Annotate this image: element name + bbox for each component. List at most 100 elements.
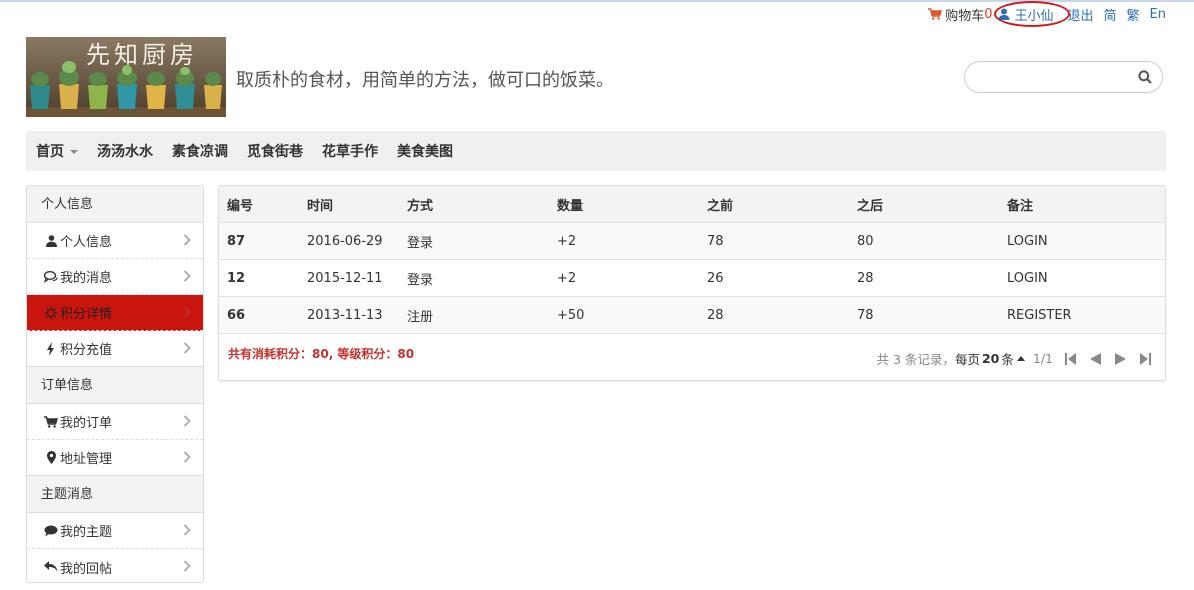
nav-item-label: 首页 [36, 144, 64, 160]
cell-after: 78 [857, 307, 874, 323]
column-header-method: 方式 [407, 198, 434, 214]
cell-note: LOGIN [1007, 270, 1048, 286]
chevron-right-icon [183, 342, 191, 354]
cell-before: 28 [707, 307, 724, 323]
sidebar-item-messages[interactable]: 我的消息 [27, 259, 203, 295]
last-page-button[interactable] [1140, 352, 1151, 365]
pagination: 共 3 条记录， 每页 20 条 1/1 [877, 349, 1151, 368]
reply-icon [44, 561, 58, 572]
sidebar-item-my-orders[interactable]: 我的订单 [27, 404, 203, 440]
cell-method: 登录 [407, 235, 434, 251]
chevron-right-icon [183, 560, 191, 572]
lang-simplified-link[interactable]: 简 [1104, 5, 1117, 24]
sidebar-item-points-detail[interactable]: 积分详情 [27, 295, 203, 331]
nav-item-street-food[interactable]: 觅食街巷 [247, 141, 303, 161]
per-page-label: 每页 [954, 352, 980, 367]
table-row: 66 2013-11-13 注册 +50 28 78 REGISTER [219, 297, 1165, 334]
cell-id: 12 [227, 270, 246, 286]
column-header-id: 编号 [227, 198, 254, 214]
lang-traditional-link[interactable]: 繁 [1127, 5, 1140, 24]
caret-down-icon [70, 150, 78, 154]
nav-item-vegetarian[interactable]: 素食凉调 [172, 141, 228, 161]
column-header-note: 备注 [1007, 198, 1034, 214]
per-page-select[interactable]: 20 [982, 351, 999, 366]
cell-id: 66 [227, 307, 246, 323]
cell-note: REGISTER [1007, 307, 1072, 323]
next-page-button[interactable] [1115, 352, 1126, 365]
cell-time: 2015-12-11 [307, 270, 383, 286]
nav-item-soup[interactable]: 汤汤水水 [97, 141, 153, 161]
page-indicator: 1/1 [1032, 351, 1053, 366]
search-input[interactable] [979, 68, 1129, 88]
cell-before: 26 [707, 270, 724, 286]
chevron-right-icon [183, 415, 191, 427]
table-row: 87 2016-06-29 登录 +2 78 80 LOGIN [219, 223, 1165, 260]
cart-label: 购物车 [945, 8, 985, 24]
points-summary: 共有消耗积分：80, 等级积分：80 [228, 347, 415, 361]
site-logo[interactable]: 先知厨房 [26, 37, 226, 117]
top-bar: 购物车 0 王小仙 退出 简 繁 En [928, 0, 1166, 27]
search-button[interactable] [1138, 70, 1152, 88]
cell-before: 78 [707, 233, 724, 249]
prev-page-button[interactable] [1090, 352, 1101, 365]
nav-item-handcraft[interactable]: 花草手作 [322, 141, 378, 161]
play-left-icon [1090, 352, 1101, 365]
first-page-button[interactable] [1065, 352, 1076, 365]
chevron-right-icon [183, 270, 191, 282]
cell-after: 28 [857, 270, 874, 286]
sidebar-item-recharge[interactable]: 积分充值 [27, 331, 203, 367]
search-icon [1138, 70, 1152, 84]
sidebar-item-label: 积分详情 [60, 307, 113, 322]
sidebar-item-address[interactable]: 地址管理 [27, 440, 203, 476]
sidebar-item-my-topics[interactable]: 我的主题 [27, 513, 203, 549]
cart-icon [928, 8, 943, 20]
site-slogan: 取质朴的食材，用简单的方法，做可口的饭菜。 [236, 70, 614, 91]
logout-link[interactable]: 退出 [1068, 5, 1094, 24]
cell-amount: +2 [557, 270, 577, 286]
cell-time: 2016-06-29 [307, 233, 383, 249]
points-detail-panel: 编号 时间 方式 数量 之前 之后 备注 87 2016-06-29 登录 +2… [218, 185, 1166, 381]
cell-note: LOGIN [1007, 233, 1048, 249]
sidebar-item-label: 地址管理 [60, 452, 113, 467]
points-table: 编号 时间 方式 数量 之前 之后 备注 87 2016-06-29 登录 +2… [219, 186, 1165, 334]
caret-up-icon[interactable] [1016, 356, 1025, 361]
nav-item-home[interactable]: 首页 [36, 141, 78, 161]
chevron-right-icon [183, 306, 191, 318]
sidebar: 个人信息 个人信息 我的消息 积分详情 积分充值 订单信息 我的订单 地址管理 … [26, 185, 204, 583]
sidebar-item-label: 我的回帖 [60, 561, 113, 577]
lang-english-link[interactable]: En [1150, 7, 1166, 22]
cart-link[interactable]: 购物车 0 [928, 5, 992, 24]
map-marker-icon [46, 451, 56, 464]
column-header-after: 之后 [857, 198, 884, 214]
bolt-icon [47, 341, 54, 356]
highlight-circle [994, 0, 1071, 27]
cell-method: 注册 [407, 309, 434, 325]
sidebar-group-topics: 主题消息 [27, 476, 203, 513]
sidebar-group-personal: 个人信息 [27, 186, 203, 223]
logo-text: 先知厨房 [86, 41, 198, 69]
column-header-time: 时间 [307, 198, 334, 214]
step-backward-icon [1065, 352, 1076, 365]
user-icon [45, 234, 57, 247]
nav-item-food-gallery[interactable]: 美食美图 [397, 141, 453, 161]
chevron-right-icon [183, 234, 191, 246]
sidebar-item-label: 个人信息 [60, 235, 113, 250]
user-link[interactable]: 王小仙 [994, 0, 1071, 27]
cell-amount: +2 [557, 233, 577, 249]
sidebar-item-label: 我的主题 [60, 525, 113, 540]
play-right-icon [1115, 352, 1126, 365]
sidebar-item-label: 积分充值 [60, 343, 113, 358]
cell-time: 2013-11-13 [307, 307, 383, 323]
table-row: 12 2015-12-11 登录 +2 26 28 LOGIN [219, 260, 1165, 297]
cell-amount: +50 [557, 307, 585, 323]
cell-after: 80 [857, 233, 874, 249]
sidebar-item-my-replies[interactable]: 我的回帖 [27, 549, 203, 582]
sidebar-item-profile[interactable]: 个人信息 [27, 223, 203, 259]
chevron-right-icon [183, 451, 191, 463]
sidebar-item-label: 我的消息 [60, 271, 113, 286]
sidebar-item-label: 我的订单 [60, 416, 113, 431]
column-header-amount: 数量 [557, 198, 584, 214]
total-records: 共 3 条记录， [876, 352, 955, 367]
sun-icon [44, 306, 58, 319]
comment-icon [44, 525, 58, 536]
